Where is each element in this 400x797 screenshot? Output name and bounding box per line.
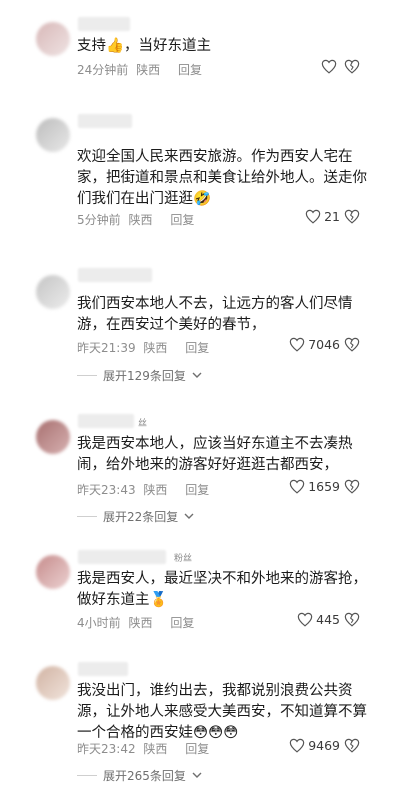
dislike-button[interactable] bbox=[344, 479, 360, 494]
heart-outline-icon bbox=[297, 612, 313, 627]
dislike-button[interactable] bbox=[344, 612, 360, 627]
comment-meta: 昨天23:42 陕西 回复 bbox=[77, 740, 213, 757]
reply-button[interactable]: 回复 bbox=[185, 483, 209, 497]
like-count: 7046 bbox=[308, 337, 340, 352]
broken-heart-outline-icon bbox=[344, 59, 360, 74]
username-blurred[interactable] bbox=[78, 550, 166, 564]
reply-button[interactable]: 回复 bbox=[170, 213, 194, 227]
comment-time: 5分钟前 bbox=[77, 213, 121, 227]
avatar[interactable] bbox=[36, 118, 70, 152]
comment-meta: 昨天21:39 陕西 回复 bbox=[77, 339, 213, 356]
comment-text: 我们西安本地人不去，让远方的客人们尽情游，在西安过个美好的春节， bbox=[77, 296, 353, 333]
reply-button[interactable]: 回复 bbox=[185, 742, 209, 756]
heart-outline-icon bbox=[305, 209, 321, 224]
like-button[interactable]: 21 bbox=[305, 209, 340, 224]
comment-meta: 昨天23:43 陕西 回复 bbox=[77, 481, 213, 498]
comment-text: 我是西安人，最近坚决不和外地来的游客抢，做好东道主🏅 bbox=[77, 571, 367, 608]
reply-button[interactable]: 回复 bbox=[185, 341, 209, 355]
broken-heart-outline-icon bbox=[344, 738, 360, 753]
comment-time: 24分钟前 bbox=[77, 63, 129, 77]
username-blurred[interactable] bbox=[78, 17, 130, 31]
heart-outline-icon bbox=[289, 738, 305, 753]
comment-time: 昨天23:43 bbox=[77, 483, 136, 497]
username-blurred[interactable] bbox=[78, 114, 132, 128]
like-count: 1659 bbox=[308, 479, 340, 494]
dislike-button[interactable] bbox=[344, 59, 360, 74]
heart-outline-icon bbox=[289, 479, 305, 494]
expand-replies-button[interactable]: 展开22条回复 bbox=[77, 508, 194, 525]
like-button[interactable]: 7046 bbox=[289, 337, 340, 352]
divider-line bbox=[77, 516, 97, 517]
comment-location: 陕西 bbox=[143, 742, 168, 756]
broken-heart-outline-icon bbox=[344, 209, 360, 224]
avatar[interactable] bbox=[36, 275, 70, 309]
comment-location: 陕西 bbox=[143, 341, 168, 355]
like-button[interactable] bbox=[321, 59, 340, 74]
like-button[interactable]: 445 bbox=[297, 612, 340, 627]
comment-time: 昨天23:42 bbox=[77, 742, 136, 756]
dislike-button[interactable] bbox=[344, 738, 360, 753]
fan-tag: 丝 bbox=[138, 419, 148, 429]
expand-replies-label: 展开129条回复 bbox=[103, 369, 186, 383]
like-button[interactable]: 1659 bbox=[289, 479, 340, 494]
avatar[interactable] bbox=[36, 555, 70, 589]
reply-button[interactable]: 回复 bbox=[170, 616, 194, 630]
dislike-button[interactable] bbox=[344, 337, 360, 352]
avatar[interactable] bbox=[36, 666, 70, 700]
like-count: 445 bbox=[316, 612, 340, 627]
comment-text: 我是西安本地人，应该当好东道主不去凑热闹，给外地来的游客好好逛逛古都西安， bbox=[77, 436, 353, 473]
like-count: 9469 bbox=[308, 738, 340, 753]
divider-line bbox=[77, 775, 97, 776]
expand-replies-button[interactable]: 展开265条回复 bbox=[77, 767, 202, 784]
broken-heart-outline-icon bbox=[344, 479, 360, 494]
comment-time: 昨天21:39 bbox=[77, 341, 136, 355]
comment-location: 陕西 bbox=[143, 483, 168, 497]
username-blurred[interactable] bbox=[78, 268, 152, 282]
username-blurred[interactable] bbox=[78, 414, 134, 428]
comment-location: 陕西 bbox=[136, 63, 161, 77]
chevron-down-icon bbox=[192, 772, 202, 778]
comment-text: 欢迎全国人民来西安旅游。作为西安人宅在家，把街道和景点和美食让给外地人。送走你们… bbox=[77, 149, 367, 207]
like-button[interactable]: 9469 bbox=[289, 738, 340, 753]
heart-outline-icon bbox=[289, 337, 305, 352]
fan-tag: 粉丝 bbox=[174, 554, 193, 564]
chevron-down-icon bbox=[192, 372, 202, 378]
like-count: 21 bbox=[324, 209, 340, 224]
avatar[interactable] bbox=[36, 22, 70, 56]
broken-heart-outline-icon bbox=[344, 337, 360, 352]
comment-location: 陕西 bbox=[128, 616, 153, 630]
comment-text: 我没出门，谁约出去，我都说别浪费公共资源，让外地人来感受大美西安，不知道算不算一… bbox=[77, 683, 367, 741]
expand-replies-label: 展开22条回复 bbox=[103, 510, 179, 524]
expand-replies-label: 展开265条回复 bbox=[103, 769, 186, 783]
broken-heart-outline-icon bbox=[344, 612, 360, 627]
heart-outline-icon bbox=[321, 59, 337, 74]
comment-meta: 5分钟前 陕西 回复 bbox=[77, 211, 198, 228]
reply-button[interactable]: 回复 bbox=[178, 63, 202, 77]
dislike-button[interactable] bbox=[344, 209, 360, 224]
username-blurred[interactable] bbox=[78, 662, 128, 676]
comment-meta: 4小时前 陕西 回复 bbox=[77, 614, 198, 631]
expand-replies-button[interactable]: 展开129条回复 bbox=[77, 367, 202, 384]
comment-meta: 24分钟前 陕西 回复 bbox=[77, 61, 206, 78]
divider-line bbox=[77, 375, 97, 376]
comment-location: 陕西 bbox=[128, 213, 153, 227]
comment-text: 支持👍，当好东道主 bbox=[77, 38, 212, 54]
avatar[interactable] bbox=[36, 420, 70, 454]
comment-time: 4小时前 bbox=[77, 616, 121, 630]
chevron-down-icon bbox=[184, 513, 194, 519]
